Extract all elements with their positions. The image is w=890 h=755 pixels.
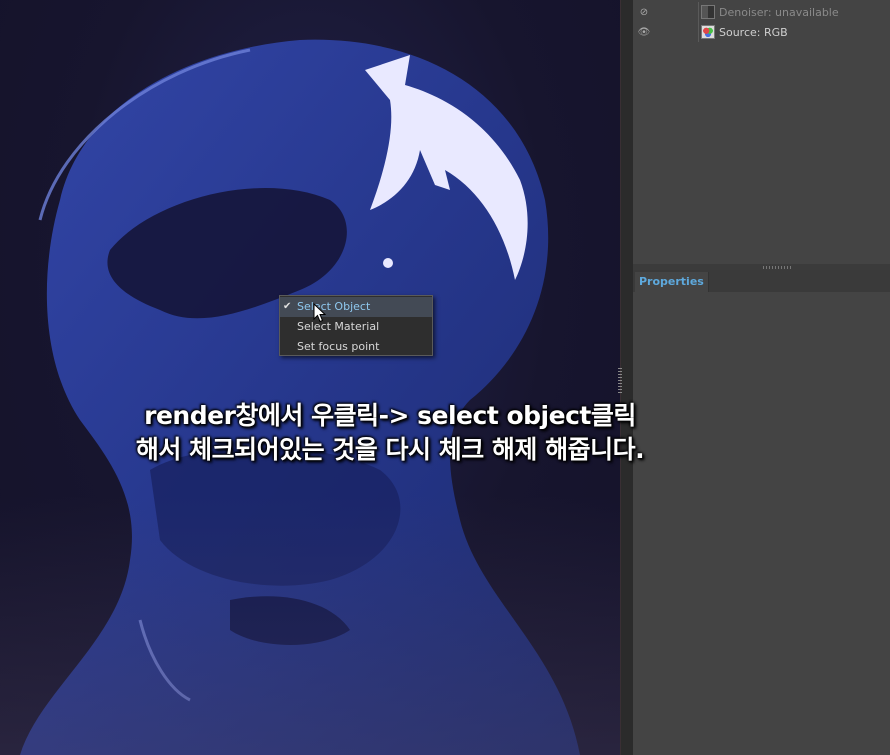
denoiser-thumb-icon <box>701 5 715 19</box>
menu-item-select-object[interactable]: ✔ Select Object <box>280 297 432 317</box>
menu-item-set-focus-point[interactable]: Set focus point <box>280 337 432 357</box>
layer-row-source[interactable]: 👁 Source: RGB <box>633 22 890 42</box>
menu-item-label: Select Material <box>297 320 380 333</box>
checkmark-icon: ✔ <box>283 301 292 312</box>
tab-properties[interactable]: Properties <box>635 272 709 292</box>
menu-item-label: Select Object <box>297 300 371 313</box>
properties-body <box>633 292 890 755</box>
menu-item-select-material[interactable]: Select Material <box>280 317 432 337</box>
column-divider <box>698 2 699 22</box>
right-panel: ⊘ Denoiser: unavailable 👁 Source: RGB Pr… <box>633 0 890 755</box>
rgb-thumb-icon <box>701 25 715 39</box>
column-divider <box>698 22 699 42</box>
render-viewport[interactable] <box>0 0 620 755</box>
layer-label: Source: RGB <box>719 25 788 39</box>
layer-row-denoiser[interactable]: ⊘ Denoiser: unavailable <box>633 2 890 22</box>
hidden-eye-icon[interactable]: ⊘ <box>635 7 653 18</box>
caption-line-1: render창에서 우클릭-> select object클릭 <box>144 401 636 430</box>
menu-item-label: Set focus point <box>297 340 380 353</box>
mouse-cursor-icon <box>313 303 326 323</box>
caption-line-2: 해서 체크되어있는 것을 다시 체크 해제 해줍니다. <box>135 435 645 464</box>
render-image <box>20 39 580 755</box>
layer-label: Denoiser: unavailable <box>719 5 839 19</box>
layers-list-area <box>633 42 890 264</box>
eye-icon[interactable]: 👁 <box>635 27 653 38</box>
splitter-grip[interactable] <box>618 368 622 394</box>
panel-splitter-grip[interactable] <box>763 266 791 269</box>
viewport-splitter[interactable] <box>620 0 634 755</box>
context-menu: ✔ Select Object Select Material Set focu… <box>279 295 433 356</box>
